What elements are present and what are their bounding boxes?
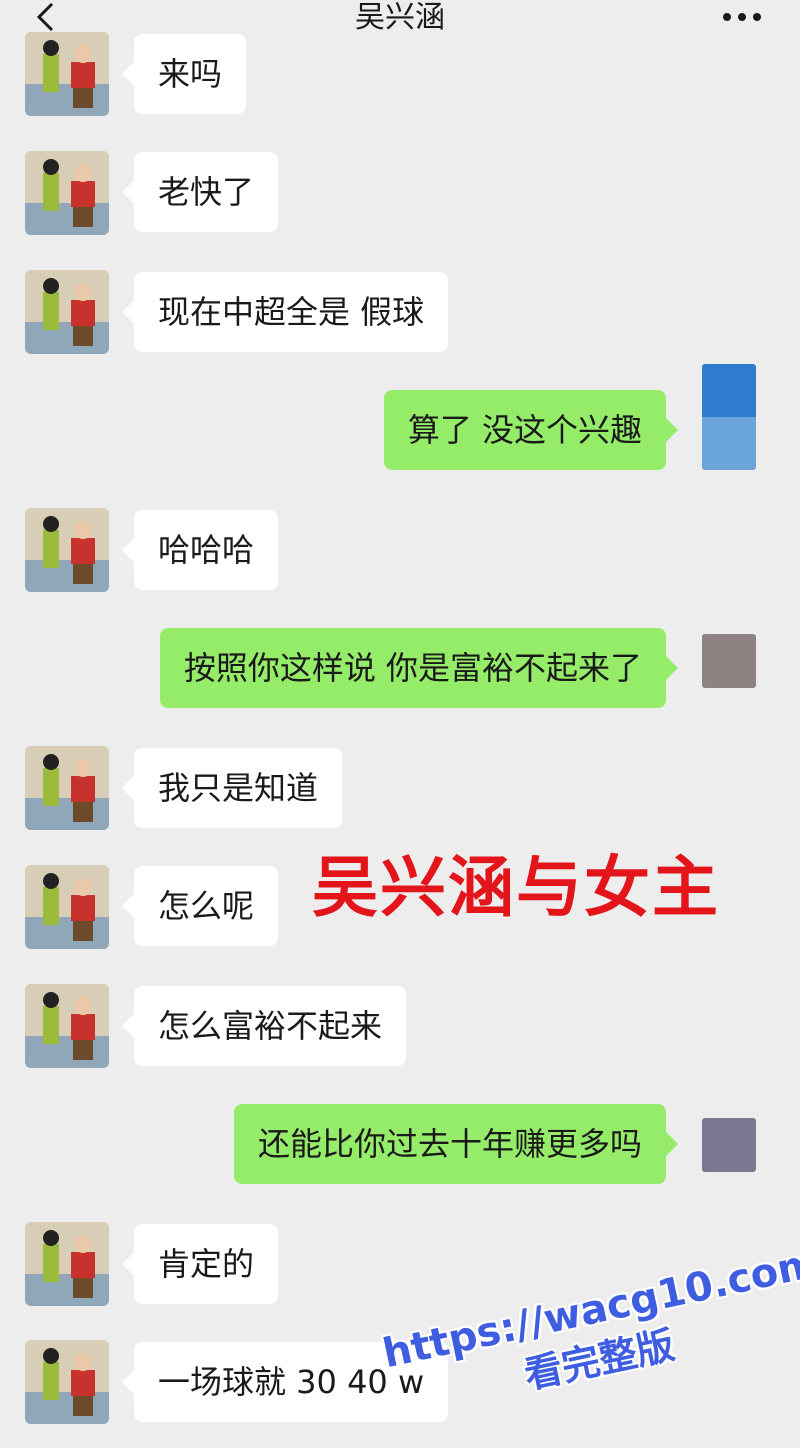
- contact-avatar[interactable]: [25, 746, 109, 830]
- chat-title: 吴兴涵: [355, 0, 445, 35]
- message-bubble-incoming: 老快了: [121, 152, 279, 232]
- contact-avatar[interactable]: [25, 865, 109, 949]
- contact-avatar[interactable]: [25, 32, 109, 116]
- contact-avatar[interactable]: [25, 1222, 109, 1306]
- message-bubble-outgoing: 算了 没这个兴趣: [383, 390, 679, 470]
- message-bubble-incoming: 肯定的: [121, 1224, 279, 1304]
- message-bubble-outgoing: 还能比你过去十年赚更多吗: [233, 1104, 679, 1184]
- contact-avatar[interactable]: [25, 1340, 109, 1424]
- contact-avatar[interactable]: [25, 984, 109, 1068]
- contact-avatar[interactable]: [25, 270, 109, 354]
- watermark: https://wacg10.com 看完整版: [372, 1213, 800, 1427]
- message-bubble-incoming: 我只是知道: [121, 748, 343, 828]
- message-bubble-outgoing: 按照你这样说 你是富裕不起来了: [159, 628, 679, 708]
- contact-avatar[interactable]: [25, 151, 109, 235]
- ellipsis-icon[interactable]: [722, 12, 762, 22]
- message-bubble-incoming: 来吗: [121, 34, 247, 114]
- chat-header: 吴兴涵: [0, 0, 800, 52]
- message-bubble-incoming: 哈哈哈: [121, 510, 279, 590]
- message-bubble-incoming: 怎么富裕不起来: [121, 986, 407, 1066]
- contact-avatar[interactable]: [25, 508, 109, 592]
- user-avatar[interactable]: [702, 364, 756, 470]
- message-bubble-incoming: 现在中超全是 假球: [121, 272, 449, 352]
- user-avatar[interactable]: [702, 634, 756, 688]
- message-bubble-incoming: 怎么呢: [121, 866, 279, 946]
- overlay-caption: 吴兴涵与女主: [312, 849, 720, 926]
- user-avatar[interactable]: [702, 1118, 756, 1172]
- chevron-left-icon[interactable]: [34, 2, 56, 32]
